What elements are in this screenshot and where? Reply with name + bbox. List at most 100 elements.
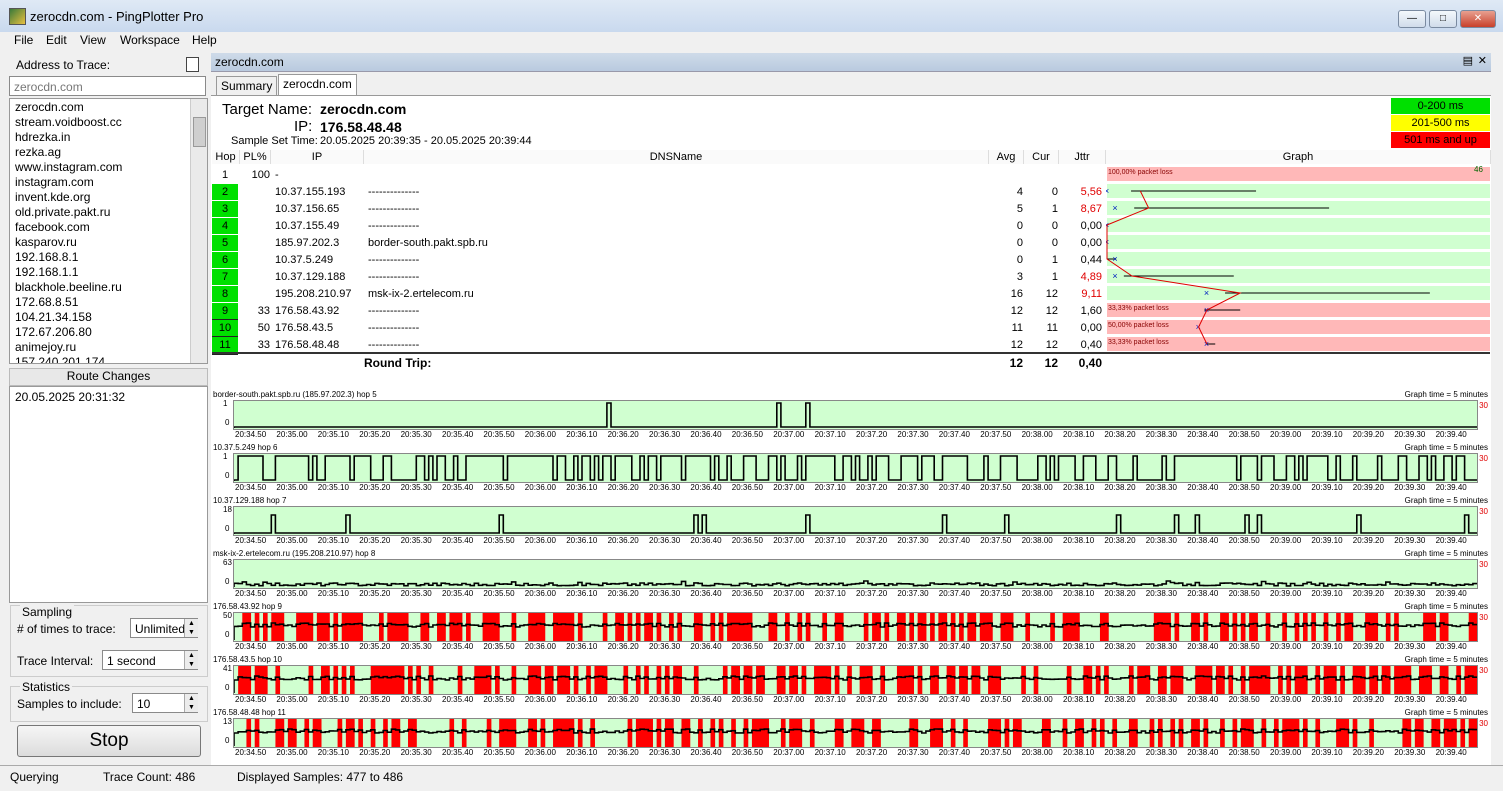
address-list-item[interactable]: kasparov.ru <box>15 235 77 249</box>
timeline-graph[interactable]: 10.37.129.188 hop 7 Graph time = 5 minute… <box>213 496 1490 549</box>
address-list-item[interactable]: rezka.ag <box>15 145 61 159</box>
timeline-plot <box>233 400 1478 430</box>
row-jttr: 8,67 <box>1080 203 1102 215</box>
packet-loss-bar <box>834 719 840 747</box>
address-list-item[interactable]: www.instagram.com <box>15 160 122 174</box>
menu-edit[interactable]: Edit <box>46 33 67 47</box>
hop-cell[interactable]: 8 <box>212 286 238 302</box>
packet-loss-bar <box>300 613 305 641</box>
time-tick-label: 20:39.20 <box>1352 695 1384 704</box>
address-list-item[interactable]: blackhole.beeline.ru <box>15 280 122 294</box>
packet-loss-bar <box>594 666 600 694</box>
time-tick-label: 20:39.20 <box>1352 748 1384 757</box>
address-list-item[interactable]: 157.240.201.174 <box>15 355 105 363</box>
packet-loss-bar <box>1091 719 1097 747</box>
address-list-item[interactable]: 172.67.206.80 <box>15 325 92 339</box>
hop-cell[interactable]: 9 <box>212 303 238 321</box>
hop-cell[interactable]: 6 <box>212 252 238 268</box>
timeline-graph[interactable]: msk-ix-2.ertelecom.ru (195.208.210.97) h… <box>213 549 1490 602</box>
col-ip[interactable]: IP <box>271 150 364 164</box>
address-list-item[interactable]: animejoy.ru <box>15 340 76 354</box>
packet-loss-bar <box>553 719 558 747</box>
interval-spinner[interactable]: ▲ ▼ <box>184 651 198 669</box>
packet-loss-bar <box>1464 666 1470 694</box>
hop-cur-marker: × <box>1106 186 1109 196</box>
close-button[interactable]: ✕ <box>1460 10 1496 28</box>
hop-cell[interactable]: 3 <box>212 201 238 217</box>
address-list-item[interactable]: stream.voidboost.cc <box>15 115 122 129</box>
address-list-item[interactable]: zerocdn.com <box>15 100 84 114</box>
packet-loss-bar <box>354 613 359 641</box>
statistics-label: Statistics <box>20 680 73 694</box>
times-spinner[interactable]: ▲ ▼ <box>184 619 198 637</box>
address-list-item[interactable]: old.private.pakt.ru <box>15 205 110 219</box>
packet-loss-bar <box>399 613 405 641</box>
minimize-button[interactable]: — <box>1398 10 1426 28</box>
graph-time-label: Graph time = 5 minutes <box>1404 390 1488 399</box>
time-tick-label: 20:37.10 <box>814 695 846 704</box>
time-tick-label: 20:36.40 <box>690 483 722 492</box>
packet-loss-bar <box>760 719 765 747</box>
col-cur[interactable]: Cur <box>1024 150 1059 164</box>
time-tick-label: 20:35.50 <box>483 642 515 651</box>
ip-label: IP: <box>294 118 313 135</box>
packet-loss-bar <box>785 613 790 641</box>
packet-loss-bar <box>1228 666 1234 694</box>
stop-button[interactable]: Stop <box>17 725 201 757</box>
col-dnsname[interactable]: DNSName <box>364 150 989 164</box>
time-tick-label: 20:36.20 <box>607 536 639 545</box>
packet-loss-bar <box>635 613 641 641</box>
address-list-item[interactable]: facebook.com <box>15 220 90 234</box>
tab-summary[interactable]: Summary <box>216 76 278 96</box>
timeline-graph[interactable]: 10.37.5.249 hop 6 Graph time = 5 minutes 1… <box>213 443 1490 496</box>
col-pl[interactable]: PL% <box>240 150 271 164</box>
scrollbar-thumb[interactable] <box>193 117 206 147</box>
address-list-item[interactable]: 104.21.34.158 <box>15 310 92 324</box>
hop-cell[interactable]: 10 <box>212 320 238 338</box>
timeline-label: 176.58.43.5 hop 10 <box>213 655 282 664</box>
col-graph[interactable]: Graph <box>1106 150 1491 164</box>
route-change-item[interactable]: 20.05.2025 20:31:32 <box>15 390 125 404</box>
col-hop[interactable]: Hop <box>212 150 240 164</box>
hop-cell[interactable]: 4 <box>212 218 238 234</box>
menu-help[interactable]: Help <box>192 33 217 47</box>
timeline-graph[interactable]: 176.58.48.48 hop 11 Graph time = 5 minute… <box>213 708 1490 761</box>
packet-loss-bar <box>1220 666 1225 694</box>
packet-loss-bar <box>1472 613 1477 641</box>
timeline-graph[interactable]: 176.58.43.92 hop 9 Graph time = 5 minutes… <box>213 602 1490 655</box>
hop-cur-marker: × <box>1106 237 1109 247</box>
packet-loss-bar <box>1344 613 1350 641</box>
col-jttr[interactable]: Jttr <box>1059 150 1106 164</box>
address-input[interactable]: zerocdn.com <box>9 76 206 96</box>
time-tick-label: 20:38.40 <box>1187 430 1219 439</box>
packet-loss-bar <box>561 666 566 694</box>
hop-cell[interactable]: 7 <box>212 269 238 285</box>
new-document-icon[interactable] <box>186 57 199 72</box>
samples-spinner[interactable]: ▲ ▼ <box>184 694 198 712</box>
address-list-item[interactable]: instagram.com <box>15 175 94 189</box>
target-name-label: Target Name: <box>222 101 313 118</box>
address-list-item[interactable]: hdrezka.in <box>15 130 70 144</box>
y-min-label: 0 <box>225 471 230 480</box>
y-right-label: 30 <box>1479 560 1488 569</box>
menu-workspace[interactable]: Workspace <box>120 33 180 47</box>
address-list-item[interactable]: 192.168.8.1 <box>15 250 78 264</box>
hop-cell[interactable]: 5 <box>212 235 238 251</box>
address-list-item[interactable]: 172.68.8.51 <box>15 295 78 309</box>
maximize-button[interactable]: □ <box>1429 10 1457 28</box>
address-list-item[interactable]: 192.168.1.1 <box>15 265 78 279</box>
timeline-graph[interactable]: 176.58.43.5 hop 10 Graph time = 5 minutes… <box>213 655 1490 708</box>
tab-zerocdn[interactable]: zerocdn.com <box>278 74 357 96</box>
pin-icon[interactable]: ▤ <box>1463 54 1473 67</box>
menu-view[interactable]: View <box>80 33 106 47</box>
close-doc-icon[interactable]: ✕ <box>1478 54 1487 67</box>
address-list-item[interactable]: invent.kde.org <box>15 190 90 204</box>
hop-cell[interactable]: 1 <box>212 167 238 183</box>
packet-loss-bar <box>345 719 351 747</box>
col-avg[interactable]: Avg <box>989 150 1024 164</box>
timeline-graph[interactable]: border-south.pakt.spb.ru (185.97.202.3) … <box>213 390 1490 443</box>
address-list-scrollbar[interactable] <box>190 99 207 363</box>
menu-file[interactable]: File <box>14 33 33 47</box>
packet-loss-bar <box>1315 666 1321 694</box>
hop-cell[interactable]: 2 <box>212 184 238 200</box>
